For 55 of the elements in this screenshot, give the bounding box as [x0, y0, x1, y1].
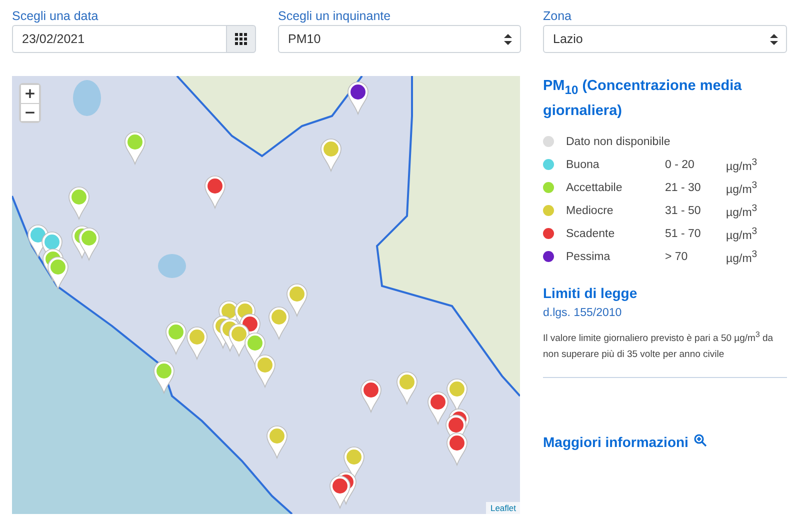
law-reference-link[interactable]: d.lgs. 155/2010: [543, 306, 787, 319]
map-marker[interactable]: [166, 322, 186, 354]
legend-range: 51 - 70: [665, 228, 702, 240]
more-info-link[interactable]: Maggiori informazioni: [543, 434, 688, 450]
map-marker[interactable]: [78, 228, 100, 260]
map-marker[interactable]: [266, 426, 288, 458]
map-marker[interactable]: [48, 256, 68, 290]
map-marker[interactable]: [330, 476, 350, 508]
lake: [158, 254, 186, 278]
legend-unit: µg/m$^{3}$: [726, 202, 758, 219]
legend-label: Buona: [566, 158, 600, 171]
sort-caret-icon: [504, 34, 512, 44]
map-marker[interactable]: [348, 82, 368, 114]
limit-description: Il valore limite giornaliero previsto è pari a 50 µg/m$^{3}$ da non superare più di 35 volte per anno civile: [543, 328, 774, 362]
legend-unit: µg/m$^{3}$: [726, 226, 758, 242]
legend-label: Mediocre: [566, 204, 614, 217]
section-title: Limiti di legge: [543, 284, 638, 301]
field-label: Scegli un inquinante: [278, 9, 392, 23]
map-marker[interactable]: [254, 354, 276, 388]
zoom-out-button[interactable]: −: [21, 103, 39, 121]
field-label: Scegli una data: [12, 9, 100, 23]
map-marker[interactable]: [320, 138, 342, 172]
map-marker[interactable]: [286, 284, 308, 316]
legend-unit: µg/m$^{3}$: [726, 156, 758, 173]
field-label: Zona: [543, 9, 572, 23]
map-marker[interactable]: [204, 176, 226, 208]
map-marker[interactable]: [268, 306, 290, 340]
legend-label: Pessima: [566, 250, 612, 263]
map-marker[interactable]: [428, 392, 448, 424]
legend-range: > 70: [665, 250, 689, 263]
legend-label: Dato non disponibile: [566, 136, 670, 148]
lake: [73, 80, 101, 116]
zoom-in-icon[interactable]: [694, 434, 708, 448]
calendar-button[interactable]: [226, 25, 256, 53]
legend-range: 21 - 30: [665, 182, 702, 194]
legend-label: Accettabile: [566, 182, 624, 194]
legend-unit: µg/m$^{3}$: [726, 248, 758, 265]
legend-label: Scadente: [566, 228, 616, 240]
sort-caret-icon: [770, 34, 778, 44]
legend-title: PM$_{10}$ (Concentrazione media giornaliera): [543, 77, 743, 121]
map-marker[interactable]: [186, 326, 208, 360]
map-marker[interactable]: [124, 132, 146, 164]
select-dropdown[interactable]: PM10: [278, 25, 521, 53]
map-marker[interactable]: [154, 360, 174, 394]
select-dropdown[interactable]: Lazio: [543, 25, 787, 53]
map-marker[interactable]: [360, 380, 382, 412]
map-marker[interactable]: [396, 372, 418, 404]
date-field[interactable]: 23/02/2021: [12, 25, 226, 53]
attribution-link[interactable]: Leaflet: [486, 502, 520, 514]
map-marker[interactable]: [446, 432, 468, 466]
legend-range: 0 - 20: [665, 158, 696, 171]
grid-icon: [235, 33, 247, 45]
map-marker[interactable]: [68, 186, 90, 220]
legend-unit: µg/m$^{3}$: [726, 180, 758, 196]
legend-range: 31 - 50: [665, 204, 702, 217]
